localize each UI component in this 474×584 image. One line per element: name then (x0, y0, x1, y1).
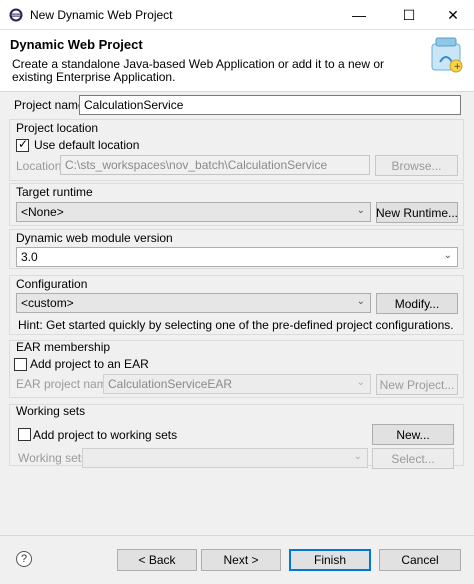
chevron-down-icon: ⌄ (443, 250, 452, 261)
page-title: Dynamic Web Project (10, 37, 143, 52)
module-version-select[interactable]: 3.0 ⌄ (16, 247, 458, 267)
module-version-label: Dynamic web module version (16, 231, 173, 245)
modify-button[interactable]: Modify... (376, 293, 458, 314)
wizard-header: Dynamic Web Project Create a standalone … (0, 30, 474, 92)
target-runtime-label: Target runtime (16, 185, 93, 199)
select-working-sets-button[interactable]: Select... (372, 448, 454, 469)
chevron-down-icon: ⌄ (353, 451, 362, 462)
ear-project-name-value: CalculationServiceEAR (108, 377, 233, 391)
add-to-ear-checkbox[interactable] (14, 358, 27, 371)
wizard-body: Project name: CalculationService Project… (0, 92, 474, 584)
target-runtime-select[interactable]: <None> ⌄ (16, 202, 371, 222)
module-version-value: 3.0 (21, 250, 38, 264)
ear-membership-label: EAR membership (16, 340, 111, 354)
chevron-down-icon: ⌄ (356, 205, 365, 216)
location-label: Location: (16, 159, 65, 173)
back-button[interactable]: < Back (117, 549, 197, 571)
configuration-value: <custom> (21, 296, 74, 310)
project-name-input[interactable]: CalculationService (79, 95, 461, 115)
maximize-icon[interactable]: ☐ (386, 0, 432, 30)
help-icon[interactable]: ? (16, 551, 32, 567)
configuration-hint: Hint: Get started quickly by selecting o… (18, 318, 454, 332)
eclipse-app-icon (9, 8, 23, 22)
configuration-label: Configuration (16, 277, 88, 291)
close-icon[interactable]: ✕ (430, 0, 474, 30)
working-sets-select-label: Working sets: (18, 451, 91, 465)
target-runtime-value: <None> (21, 205, 64, 219)
ear-project-name-label: EAR project name: (16, 377, 117, 391)
finish-button[interactable]: Finish (289, 549, 371, 571)
add-to-ear-label: Add project to an EAR (30, 357, 149, 371)
web-project-wizard-icon: + (431, 37, 463, 73)
page-description: Create a standalone Java-based Web Appli… (12, 57, 385, 84)
add-to-working-sets-label: Add project to working sets (33, 428, 178, 442)
working-sets-label: Working sets (16, 404, 86, 418)
new-runtime-button[interactable]: New Runtime... (376, 202, 458, 223)
new-ear-project-button[interactable]: New Project... (376, 374, 458, 395)
chevron-down-icon: ⌄ (356, 296, 365, 307)
ear-project-name-select[interactable]: CalculationServiceEAR ⌄ (103, 374, 371, 394)
minimize-icon[interactable]: — (336, 0, 382, 30)
use-default-location-checkbox[interactable] (16, 137, 29, 152)
project-location-group-label: Project location (16, 121, 99, 135)
window-title: New Dynamic Web Project (30, 8, 173, 22)
new-working-set-button[interactable]: New... (372, 424, 454, 445)
browse-button[interactable]: Browse... (375, 155, 458, 176)
chevron-down-icon: ⌄ (356, 377, 365, 388)
configuration-select[interactable]: <custom> ⌄ (16, 293, 371, 313)
working-sets-select[interactable]: ⌄ (82, 448, 368, 468)
use-default-location-label: Use default location (34, 138, 140, 152)
add-to-working-sets-checkbox[interactable] (18, 428, 31, 441)
next-button[interactable]: Next > (201, 549, 281, 571)
svg-text:+: + (454, 62, 462, 72)
location-input[interactable]: C:\sts_workspaces\nov_batch\CalculationS… (60, 155, 370, 175)
title-bar: New Dynamic Web Project — ☐ ✕ (0, 0, 474, 30)
footer-separator (0, 535, 474, 536)
project-name-label: Project name: (14, 98, 89, 112)
cancel-button[interactable]: Cancel (379, 549, 461, 571)
